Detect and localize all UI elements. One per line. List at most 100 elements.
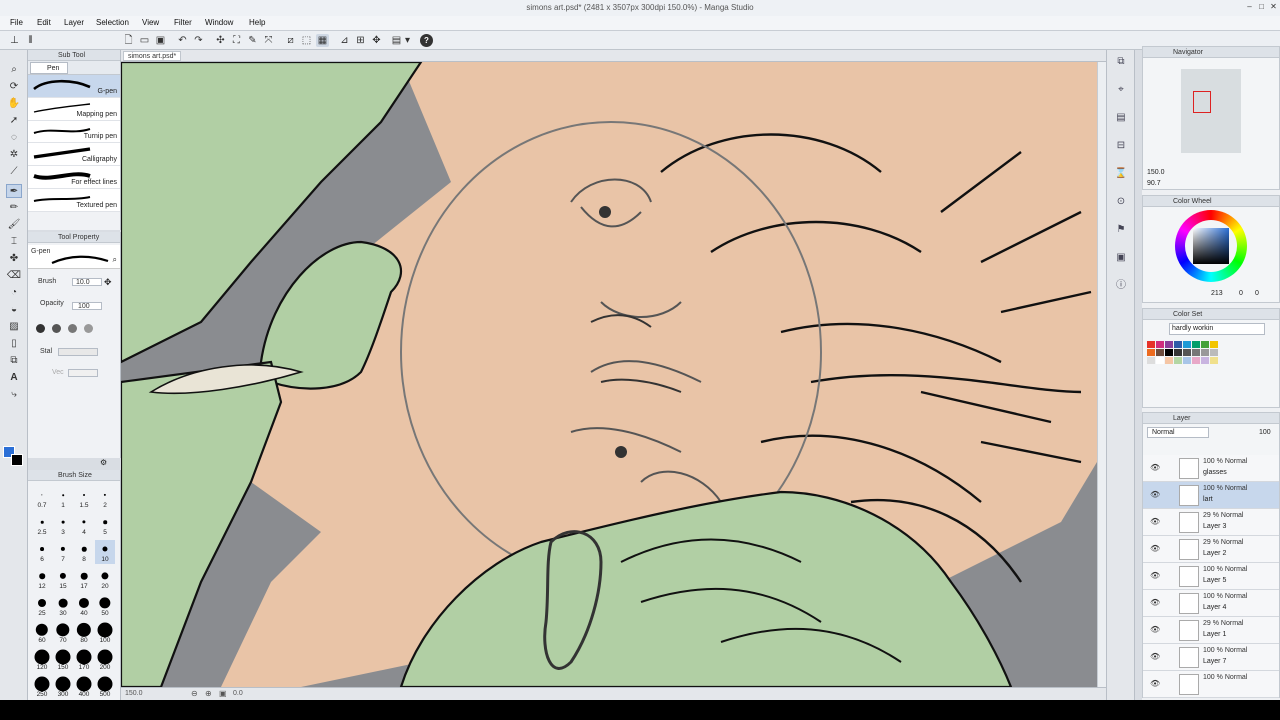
brush-item[interactable]: Calligraphy xyxy=(28,143,120,167)
brush-item[interactable]: Turnip pen xyxy=(28,120,120,144)
color-swatch[interactable] xyxy=(1210,341,1218,348)
frame-tool-icon[interactable]: ⧉ xyxy=(6,354,22,368)
brush-item[interactable]: G-pen xyxy=(28,75,120,98)
color-swatch[interactable] xyxy=(1183,349,1191,356)
snap-icon[interactable]: ▦ xyxy=(316,34,329,47)
brush-size-option[interactable]: 40 xyxy=(74,594,94,618)
color-swatch[interactable] xyxy=(1156,357,1164,364)
ruler-icon[interactable]: ⊿ xyxy=(338,34,351,47)
color-swatch[interactable] xyxy=(1192,341,1200,348)
visibility-eye-icon[interactable]: 👁 xyxy=(1150,598,1160,607)
visibility-eye-icon[interactable]: 👁 xyxy=(1150,490,1160,499)
brush-size-icon[interactable]: ✥ xyxy=(104,277,112,288)
brush-size-option[interactable]: 100 xyxy=(95,621,115,645)
lasso-tool-icon[interactable]: ◌ xyxy=(6,131,22,145)
figure-tool-icon[interactable]: ▯ xyxy=(6,337,22,351)
menu-edit[interactable]: Edit xyxy=(37,18,51,27)
perspective-icon[interactable]: ✥ xyxy=(370,34,383,47)
layer-row[interactable]: 👁 100 % Normal glasses xyxy=(1143,455,1279,482)
menu-layer[interactable]: Layer xyxy=(64,18,84,27)
item-bank-icon[interactable]: ⊟ xyxy=(1113,138,1129,154)
brush-tool-icon[interactable]: 🖌 xyxy=(6,218,22,232)
info-icon[interactable]: ⓘ xyxy=(1113,278,1129,294)
brush-size-option[interactable]: 200 xyxy=(95,648,115,672)
tab-pen[interactable]: Pen xyxy=(30,62,68,74)
color-swatch[interactable] xyxy=(1210,357,1218,364)
text-tool-icon[interactable]: A xyxy=(6,371,22,385)
minimize-icon[interactable]: – xyxy=(1244,2,1255,12)
brush-size-option[interactable]: 5 xyxy=(95,513,115,537)
brush-size-option[interactable]: 2 xyxy=(95,486,115,510)
save-icon[interactable]: ▣ xyxy=(154,34,167,47)
layer-row[interactable]: 👁 29 % Normal Layer 3 xyxy=(1143,509,1279,536)
brush-size-option[interactable]: 170 xyxy=(74,648,94,672)
layer-row[interactable]: 👁 100 % Normal lart xyxy=(1143,482,1279,509)
layer-row[interactable]: 👁 100 % Normal Layer 7 xyxy=(1143,644,1279,671)
fill-icon[interactable]: ⬚ xyxy=(300,34,313,47)
layer-row[interactable]: 👁 100 % Normal Layer 5 xyxy=(1143,563,1279,590)
color-swatch[interactable] xyxy=(1165,349,1173,356)
brush-size-option[interactable]: 6 xyxy=(32,540,52,564)
eraser-tool-icon[interactable]: ⌫ xyxy=(6,269,22,283)
help-icon[interactable]: ? xyxy=(420,34,433,47)
airbrush-tool-icon[interactable]: ⌶ xyxy=(6,235,22,249)
vertical-scrollbar[interactable] xyxy=(1097,62,1106,687)
decoration-tool-icon[interactable]: ✤ xyxy=(6,252,22,266)
tip-round-medium[interactable] xyxy=(52,324,61,333)
layer-row[interactable]: 👁 100 % Normal xyxy=(1143,671,1279,698)
brush-size-option[interactable]: 300 xyxy=(53,675,73,699)
color-swatch[interactable] xyxy=(1147,341,1155,348)
new-file-icon[interactable]: 🗋 xyxy=(122,34,135,47)
grid-icon[interactable]: ⊞ xyxy=(354,34,367,47)
brush-size-option[interactable]: 0.7 xyxy=(32,486,52,510)
gradient-tool-icon[interactable]: ▨ xyxy=(6,320,22,334)
eyedropper-tool-icon[interactable]: ⟋ xyxy=(6,165,22,179)
brush-size-option[interactable]: 500 xyxy=(95,675,115,699)
brush-size-option[interactable]: 400 xyxy=(74,675,94,699)
hand-tool-icon[interactable]: ✋ xyxy=(6,97,22,111)
layer-opacity-value[interactable]: 100 xyxy=(1259,429,1271,436)
brush-size-option[interactable]: 80 xyxy=(74,621,94,645)
color-swatch[interactable] xyxy=(1183,357,1191,364)
document-tab[interactable]: simons art.psd* xyxy=(123,51,182,61)
menu-help[interactable]: Help xyxy=(249,18,265,27)
zoom-tool-icon[interactable]: ⌕ xyxy=(6,63,22,77)
pen-icon[interactable]: ✎ xyxy=(246,34,259,47)
blend-tool-icon[interactable]: ◔ xyxy=(6,286,22,300)
visibility-eye-icon[interactable]: 👁 xyxy=(1150,571,1160,580)
brush-size-option[interactable]: 20 xyxy=(95,567,115,591)
drawing-canvas[interactable] xyxy=(121,62,1097,687)
navigator-thumbnail[interactable] xyxy=(1181,69,1241,153)
undo-icon[interactable]: ↶ xyxy=(176,34,189,47)
blend-mode-select[interactable]: Normal xyxy=(1147,427,1209,438)
move-tool-icon[interactable]: ⟳ xyxy=(6,80,22,94)
tip-round-soft[interactable] xyxy=(68,324,77,333)
stabilization-slider[interactable] xyxy=(58,348,98,356)
zoom-in-icon[interactable]: ⊕ xyxy=(205,689,212,698)
fill-tool-icon[interactable]: ◒ xyxy=(6,303,22,317)
visibility-eye-icon[interactable]: 👁 xyxy=(1150,544,1160,553)
dropdown-arrow-icon[interactable]: ▾ xyxy=(403,34,412,47)
settings-gear-icon[interactable]: ⚙ xyxy=(100,458,107,467)
brush-size-option[interactable]: 3 xyxy=(53,513,73,537)
color-swatch[interactable] xyxy=(1147,349,1155,356)
navigator-angle[interactable]: 90.7 xyxy=(1147,180,1161,187)
brush-item[interactable]: Mapping pen xyxy=(28,97,120,121)
transform-icon[interactable]: ⛶ xyxy=(230,34,243,47)
color-swatch[interactable] xyxy=(1210,349,1218,356)
navigator-panel-icon[interactable]: ⧉ xyxy=(1113,54,1129,70)
color-swatch[interactable] xyxy=(1201,341,1209,348)
brush-item[interactable]: Textured pen xyxy=(28,188,120,212)
brush-size-option[interactable]: 15 xyxy=(53,567,73,591)
clear-icon[interactable]: ⧄ xyxy=(284,34,297,47)
fit-view-icon[interactable]: ▣ xyxy=(219,689,227,698)
brush-size-option[interactable]: 4 xyxy=(74,513,94,537)
menu-window[interactable]: Window xyxy=(205,18,233,27)
visibility-eye-icon[interactable]: 👁 xyxy=(1150,652,1160,661)
canvas-zoom-value[interactable]: 150.0 xyxy=(125,690,143,697)
color-set-select[interactable]: hardly workin xyxy=(1169,323,1265,335)
property-search-icon[interactable]: ⌕ xyxy=(113,255,117,265)
sub-view-icon[interactable]: ⌖ xyxy=(1113,82,1129,98)
visibility-eye-icon[interactable]: 👁 xyxy=(1150,463,1160,472)
search-layer-icon[interactable]: ⊙ xyxy=(1113,194,1129,210)
